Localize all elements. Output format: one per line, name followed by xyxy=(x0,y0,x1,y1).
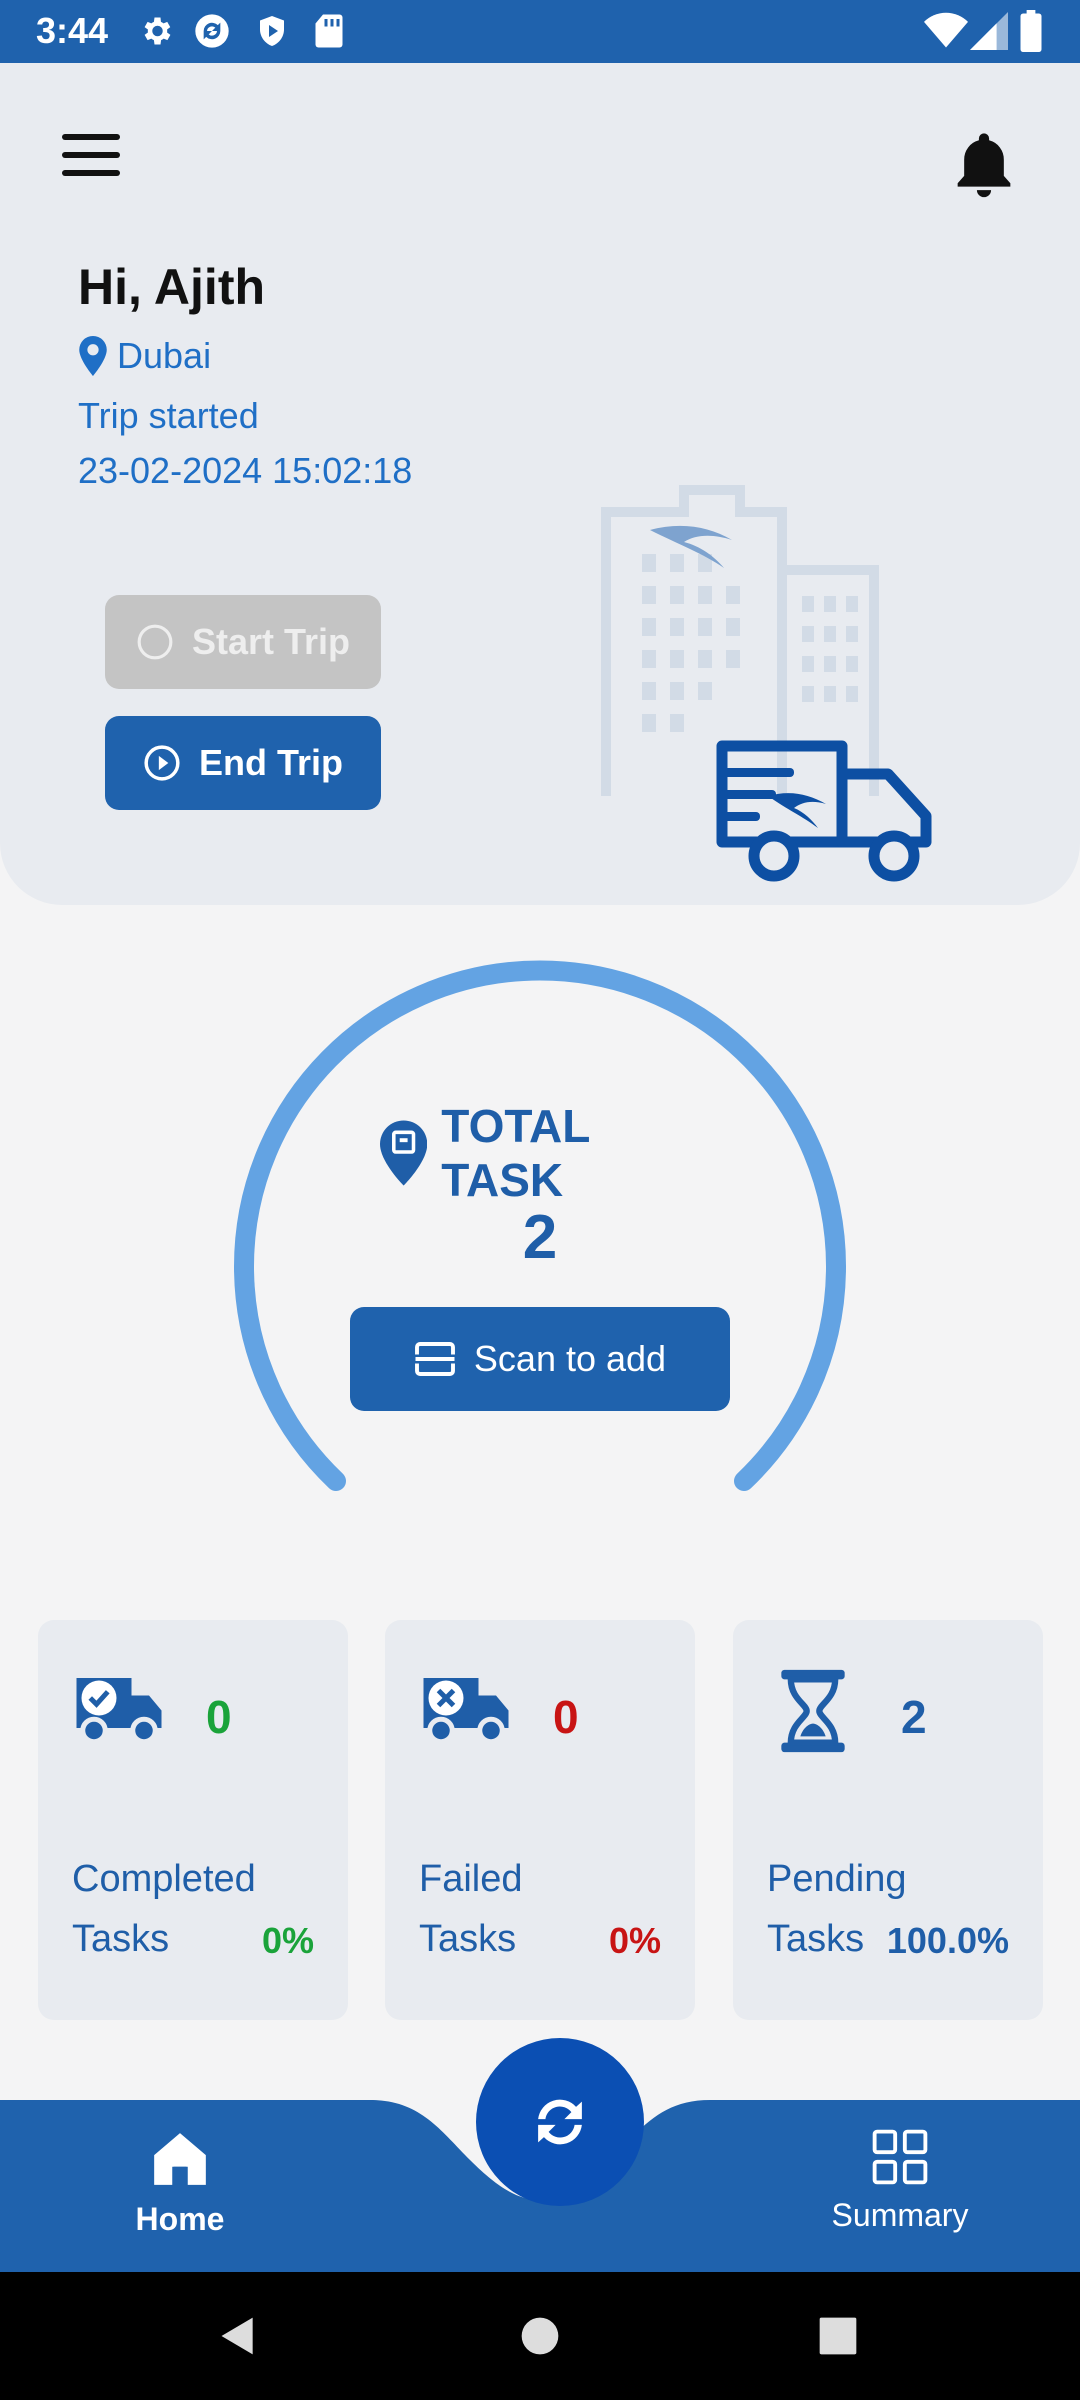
failed-tasks-card[interactable]: 0 Failed Tasks 0% xyxy=(385,1620,695,2020)
nav-summary[interactable]: Summary xyxy=(815,2128,985,2248)
menu-icon[interactable] xyxy=(60,132,122,178)
wifi-status-icon xyxy=(924,12,968,48)
play-circle-icon xyxy=(143,744,181,782)
start-trip-button[interactable]: Start Trip xyxy=(105,595,381,689)
recents-icon[interactable] xyxy=(818,2316,858,2356)
sync-status-icon xyxy=(195,14,229,48)
failed-count: 0 xyxy=(553,1691,579,1743)
total-task-header: TOTAL TASK xyxy=(380,1100,720,1206)
home-icon xyxy=(154,2133,206,2185)
completed-tasks-label: Tasks xyxy=(72,1918,170,1960)
end-trip-button[interactable]: End Trip xyxy=(105,716,381,810)
nav-home-label: Home xyxy=(135,2201,225,2237)
nav-home[interactable]: Home xyxy=(110,2128,250,2248)
completed-label: Completed xyxy=(72,1858,256,1900)
trip-status-text: Trip started xyxy=(78,395,259,436)
completed-percent: 0% xyxy=(261,1920,314,1961)
back-icon[interactable] xyxy=(216,2314,260,2358)
trip-datetime: 23-02-2024 15:02:18 xyxy=(78,450,413,491)
pending-tasks-card[interactable]: 2 Pending Tasks 100.0% xyxy=(733,1620,1043,2020)
battery-status-icon xyxy=(1020,10,1042,52)
failed-label: Failed xyxy=(419,1858,523,1900)
delivery-illustration xyxy=(601,485,932,882)
failed-tasks-label: Tasks xyxy=(419,1918,517,1960)
location-text: Dubai xyxy=(117,335,212,376)
notification-bell-icon[interactable] xyxy=(950,128,1018,204)
completed-tasks-card[interactable]: 0 Completed Tasks 0% xyxy=(38,1620,348,2020)
pending-count: 2 xyxy=(901,1691,927,1743)
start-trip-label: Start Trip xyxy=(191,621,351,662)
completed-count: 0 xyxy=(206,1691,232,1743)
scan-icon xyxy=(414,1341,456,1377)
status-time: 3:44 xyxy=(36,10,109,51)
end-trip-label: End Trip xyxy=(199,742,343,783)
pending-label: Pending xyxy=(767,1858,907,1900)
task-pin-icon xyxy=(380,1120,428,1186)
hourglass-icon xyxy=(781,1669,845,1753)
sync-fab-button[interactable] xyxy=(476,2038,644,2206)
sd-card-status-icon xyxy=(315,14,343,48)
scan-to-add-button[interactable]: Scan to add xyxy=(350,1307,730,1411)
settings-status-icon xyxy=(144,17,171,45)
truck-check-icon xyxy=(76,1678,162,1744)
pending-percent: 100.0% xyxy=(886,1920,1009,1961)
failed-percent: 0% xyxy=(608,1920,661,1961)
scan-to-add-label: Scan to add xyxy=(473,1338,667,1379)
status-bar: 3:44 xyxy=(0,0,1080,63)
signal-status-icon xyxy=(970,12,1008,50)
pending-tasks-label: Tasks xyxy=(767,1918,865,1960)
nav-summary-label: Summary xyxy=(831,2197,969,2233)
location-pin-icon xyxy=(79,336,107,376)
system-nav-bar xyxy=(0,2272,1080,2400)
total-task-count: 2 xyxy=(522,1203,558,1272)
sync-icon xyxy=(538,2099,582,2145)
radio-circle-icon xyxy=(136,623,174,661)
truck-x-icon xyxy=(423,1678,509,1744)
grid-icon xyxy=(872,2129,928,2185)
greeting: Hi, Ajith xyxy=(78,259,266,315)
total-task-title: TOTAL TASK xyxy=(441,1100,590,1206)
shield-status-icon xyxy=(260,16,284,46)
home-circle-icon[interactable] xyxy=(520,2316,560,2356)
